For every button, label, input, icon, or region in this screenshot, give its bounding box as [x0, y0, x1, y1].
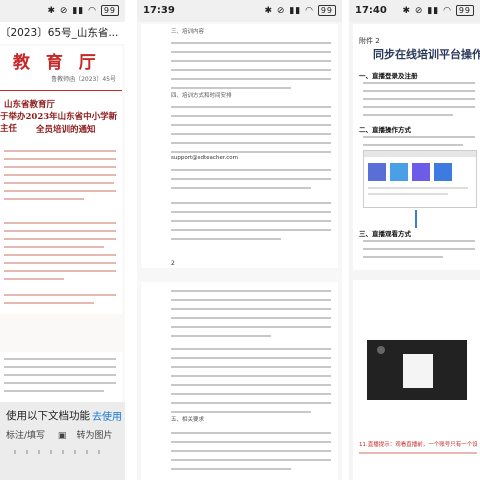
status-time: 17:40: [355, 5, 387, 16]
notice-heading-2: 全员培训的通知: [36, 125, 96, 135]
document-page[interactable]: 附件 2 同步在线培训平台操作 一、直播登录及注册 二、直播操作方式 三、直播观…: [353, 24, 480, 270]
document-page[interactable]: 省 教 育 厅 鲁教师函〔2023〕45号 山东省教育厅 于举办2023年山东省…: [0, 46, 122, 314]
status-bar: 17:39 ✱ ⊘ ▮▮ ◠ 99: [137, 0, 342, 22]
document-page-2[interactable]: 11.直播提示：观看直播前，一个账号只有一个设备...: [353, 280, 480, 480]
convert-to-image-action[interactable]: 转为图片: [76, 431, 112, 441]
screenshot-panel-2: 17:39 ✱ ⊘ ▮▮ ◠ 99 三、培训内容 四、培训方式和时间安排 sup…: [137, 0, 342, 480]
status-icons: ✱ ⊘ ▮▮ ◠ 99: [403, 5, 474, 16]
section-heading: 三、直播观看方式: [359, 230, 411, 238]
section-heading: 三、培训内容: [171, 29, 205, 35]
battery-icon: 99: [100, 5, 119, 16]
status-icons: ✱ ⊘ ▮▮ ◠ 99: [265, 5, 336, 16]
toolbar-actions: 标注/填写 ▣ 转为图片: [6, 428, 122, 441]
toolbar-prompt: 使用以下文档功能: [6, 410, 90, 422]
masthead: 省 教 育 厅: [0, 53, 101, 73]
status-bar: ✱ ⊘ ▮▮ ◠ 99: [0, 0, 125, 22]
live-tip-text: 11.直播提示：观看直播前，一个账号只有一个设备...: [359, 442, 477, 448]
status-icons: ✱ ⊘ ▮▮ ◠ 99: [48, 5, 119, 16]
battery-icon: 99: [455, 5, 474, 16]
platform-screenshot: [363, 150, 477, 208]
document-page-2[interactable]: 五、相关要求: [141, 282, 338, 480]
document-page[interactable]: 三、培训内容 四、培训方式和时间安排 support@sdteacher.com…: [141, 24, 338, 268]
screenshot-panel-1: ✱ ⊘ ▮▮ ◠ 99 〔2023〕65号_山东省... 省 教 育 厅 鲁教师…: [0, 0, 125, 480]
section-heading: 一、直播登录及注册: [359, 72, 418, 80]
panel-gap: [125, 0, 137, 480]
login-screenshot: [367, 340, 467, 400]
section-heading: 二、直播操作方式: [359, 126, 411, 134]
screenshot-panel-3: 17:40 ✱ ⊘ ▮▮ ◠ 99 附件 2 同步在线培训平台操作 一、直播登录…: [349, 0, 480, 480]
document-page-2[interactable]: [0, 352, 122, 402]
page-number: 2: [171, 260, 175, 267]
issuer-heading: 山东省教育厅: [4, 100, 56, 110]
section-heading: 四、培训方式和时间安排: [171, 93, 232, 99]
annex-label: 附件 2: [359, 37, 380, 45]
image-icon: ▣: [57, 431, 67, 441]
page-indicator: [14, 450, 110, 454]
go-use-button[interactable]: 去使用: [92, 408, 122, 423]
battery-icon: 99: [317, 5, 336, 16]
panel-gap: [342, 0, 349, 480]
down-arrow-icon: [415, 210, 417, 228]
status-time: 17:39: [143, 5, 175, 16]
doc-function-toolbar: 使用以下文档功能 去使用 标注/填写 ▣ 转为图片: [0, 402, 125, 480]
annotate-fill-action[interactable]: 标注/填写: [6, 431, 45, 441]
document-title: 〔2023〕65号_山东省...: [0, 22, 125, 44]
doc-number: 鲁教师函〔2023〕45号: [51, 76, 116, 83]
section-heading: 五、相关要求: [171, 417, 205, 423]
support-email-link[interactable]: support@sdteacher.com: [171, 154, 238, 163]
guide-title: 同步在线培训平台操作: [373, 48, 480, 61]
status-bar: 17:40 ✱ ⊘ ▮▮ ◠ 99: [349, 0, 480, 22]
red-divider: [0, 90, 122, 91]
